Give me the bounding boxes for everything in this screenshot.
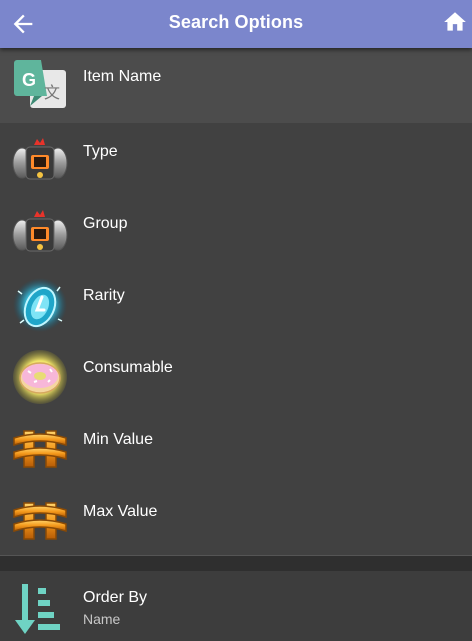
crystal-icon [13,278,67,332]
option-min-value[interactable]: Min Value [0,411,472,483]
option-type[interactable]: Type [0,123,472,195]
home-icon [444,12,466,31]
donut-icon [13,350,67,404]
option-consumable[interactable]: Consumable [0,339,472,411]
page-title: Search Options [168,12,304,32]
svg-text:文: 文 [44,83,60,102]
capsule-robot-icon [12,138,68,180]
section-divider [0,555,472,572]
option-item-name[interactable]: G 文 Item Name [0,48,472,123]
svg-text:G: G [22,70,36,90]
order-by-label: Order By [83,589,148,606]
home-button[interactable] [442,9,468,37]
capsule-robot-icon [12,210,68,252]
option-label: Group [83,215,128,232]
option-label: Consumable [83,359,173,376]
option-label: Type [83,143,118,160]
option-group[interactable]: Group [0,195,472,267]
order-by-value: Name [83,611,121,627]
sort-descending-icon [15,584,60,634]
option-rarity[interactable]: Rarity [0,267,472,339]
option-max-value[interactable]: Max Value [0,483,472,555]
search-options-list: G 文 Item Name Type Group Rarity Consumab… [0,48,472,555]
app-bar: Search Options [0,0,472,48]
option-label: Rarity [83,287,125,304]
option-label: Item Name [83,68,162,85]
option-label: Max Value [83,503,158,520]
option-label: Min Value [83,431,153,448]
currency-icon [13,430,67,468]
translate-icon: G 文 [14,60,66,108]
order-by-item[interactable]: Order By Name [0,571,472,641]
currency-icon [13,502,67,540]
